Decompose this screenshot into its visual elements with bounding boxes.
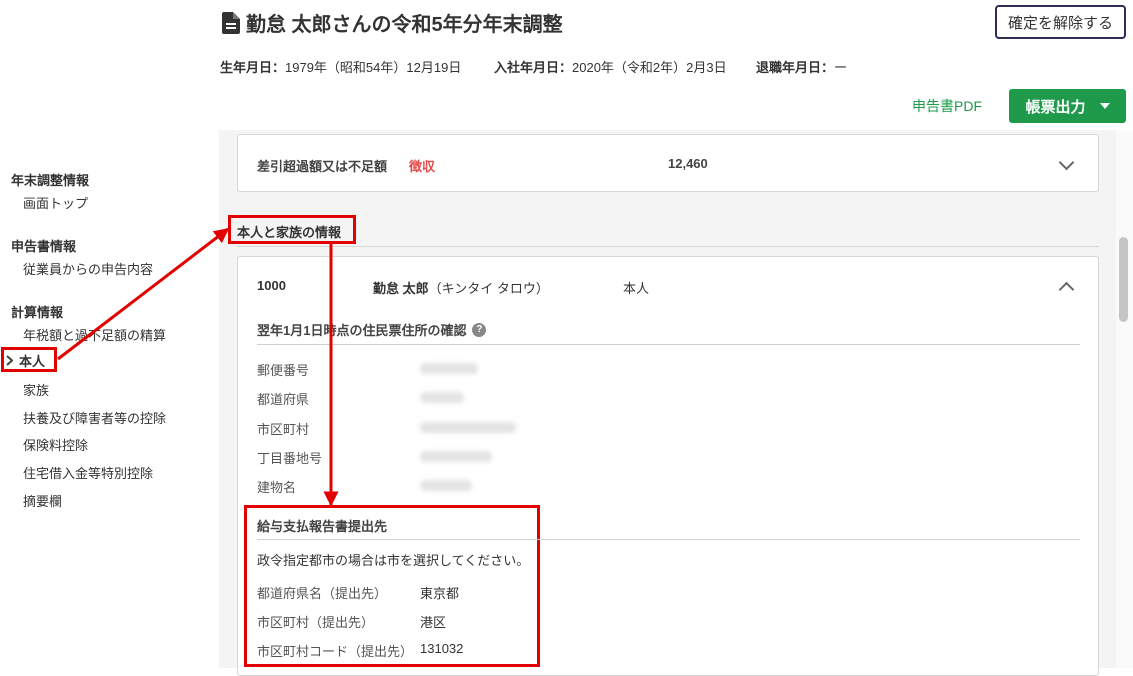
sidebar-item-remarks[interactable]: 摘要欄	[23, 491, 62, 510]
prefecture-label: 都道府県	[257, 392, 310, 407]
street-value-redacted	[420, 451, 492, 462]
report-section-title: 給与支払報告書提出先	[257, 516, 387, 535]
report-divider	[257, 539, 1080, 540]
birth-date-label: 生年月日：	[220, 60, 286, 75]
report-prefecture-value: 東京都	[420, 586, 460, 601]
postal-code-value-redacted	[420, 363, 478, 374]
address-section-label: 翌年1月1日時点の住民票住所の確認	[257, 323, 467, 338]
sidebar-item-top[interactable]: 画面トップ	[23, 193, 88, 212]
sidebar-item-housing-loan[interactable]: 住宅借入金等特別控除	[23, 463, 153, 482]
caret-down-icon	[1099, 103, 1110, 109]
summary-label: 差引超過額又は不足額	[257, 159, 388, 174]
employee-name: 勤怠 太郎（キンタイ タロウ）	[373, 278, 549, 297]
sidebar-item-dependents[interactable]: 扶養及び障害者等の控除	[23, 408, 166, 427]
report-city-code-value: 131032	[420, 641, 464, 656]
scrollbar-track[interactable]	[1116, 130, 1133, 668]
collection-badge: 徴収	[409, 159, 436, 174]
postal-code-label: 郵便番号	[257, 363, 310, 378]
address-divider	[257, 344, 1080, 345]
retire-date-value: ー	[834, 60, 848, 75]
report-city-value: 港区	[420, 615, 447, 630]
declaration-pdf-link[interactable]: 申告書PDF	[912, 96, 982, 116]
birth-date: 生年月日：1979年（昭和54年）12月19日	[220, 57, 461, 76]
retire-date: 退職年月日：ー	[756, 57, 847, 76]
report-city-label: 市区町村（提出先）	[257, 615, 375, 630]
employee-name-kana: （キンタイ タロウ）	[428, 281, 549, 296]
sidebar-item-self-label: 本人	[19, 354, 46, 369]
retire-date-label: 退職年月日：	[756, 60, 835, 75]
building-label: 建物名	[257, 480, 297, 495]
join-date: 入社年月日：2020年（令和2年）2月3日	[494, 57, 727, 76]
export-form-button[interactable]: 帳票出力	[1009, 89, 1126, 123]
employee-relation: 本人	[623, 281, 650, 296]
sidebar-group-declaration: 申告書情報	[11, 239, 77, 254]
join-date-label: 入社年月日：	[494, 60, 573, 75]
employee-name-kanji: 勤怠 太郎	[373, 281, 429, 296]
unconfirm-button[interactable]: 確定を解除する	[995, 5, 1126, 39]
document-icon	[222, 11, 240, 34]
scrollbar-thumb[interactable]	[1119, 237, 1128, 322]
city-value-redacted	[420, 422, 516, 433]
page-title: 勤怠 太郎さんの令和5年分年末調整	[246, 14, 563, 36]
page-header: 勤怠 太郎さんの令和5年分年末調整	[222, 8, 563, 37]
report-section-label: 給与支払報告書提出先	[257, 519, 388, 534]
employee-code: 1000	[257, 278, 286, 293]
sidebar-item-employee-declaration[interactable]: 従業員からの申告内容	[23, 259, 153, 278]
street-label: 丁目番地号	[257, 451, 323, 466]
section-title: 本人と家族の情報	[237, 225, 342, 240]
city-label: 市区町村	[257, 422, 310, 437]
export-button-label: 帳票出力	[1025, 98, 1086, 116]
help-icon[interactable]: ?	[472, 322, 487, 337]
summary-value: 12,460	[668, 156, 708, 171]
building-value-redacted	[420, 480, 472, 491]
prefecture-value-redacted	[420, 392, 464, 403]
sidebar-group-calculation: 計算情報	[11, 305, 64, 320]
birth-date-value: 1979年（昭和54年）12月19日	[285, 60, 462, 75]
section-divider	[237, 246, 1099, 247]
join-date-value: 2020年（令和2年）2月3日	[572, 60, 727, 75]
sidebar-item-insurance[interactable]: 保険料控除	[23, 435, 88, 454]
chevron-right-icon	[6, 355, 13, 366]
report-city-code-label: 市区町村コード（提出先）	[257, 644, 414, 659]
sidebar-item-family[interactable]: 家族	[23, 380, 49, 399]
report-note: 政令指定都市の場合は市を選択してください。	[257, 553, 530, 568]
sidebar-group-year-end: 年末調整情報	[11, 173, 90, 188]
sidebar-item-tax-settlement[interactable]: 年税額と過不足額の精算	[23, 325, 166, 344]
address-section-title: 翌年1月1日時点の住民票住所の確認 ?	[257, 320, 487, 339]
report-prefecture-label: 都道府県名（提出先）	[257, 586, 388, 601]
sidebar-item-self[interactable]: 本人	[6, 351, 45, 370]
